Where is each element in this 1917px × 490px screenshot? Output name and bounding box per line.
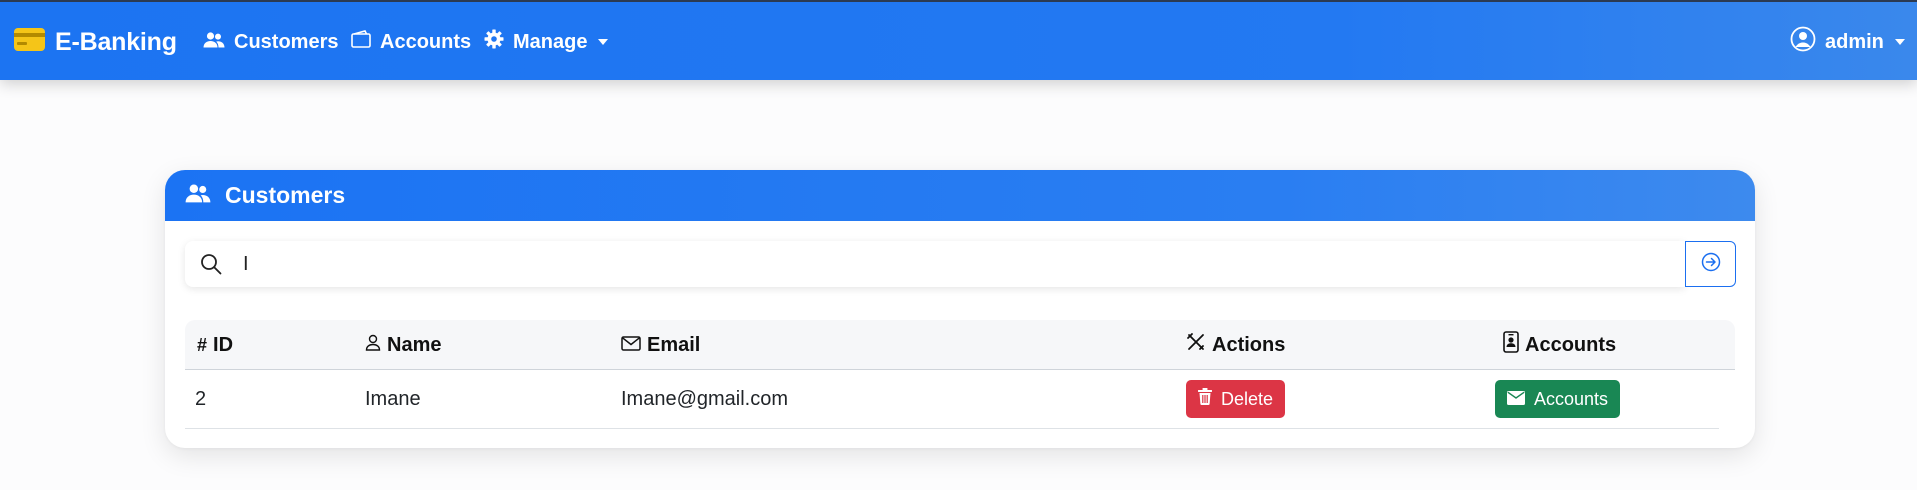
search-submit-button[interactable] bbox=[1685, 241, 1736, 287]
customers-table: # ID Name Email Actions Accounts 2 Imane… bbox=[185, 320, 1735, 429]
chevron-down-icon bbox=[598, 39, 609, 45]
chevron-down-icon bbox=[1894, 39, 1905, 45]
cell-name: Imane bbox=[365, 388, 421, 410]
customers-card: Customers # ID bbox=[165, 170, 1755, 448]
nav-customers[interactable]: Customers bbox=[203, 2, 338, 82]
users-icon bbox=[185, 184, 211, 208]
nav-manage-dropdown[interactable]: Manage bbox=[484, 2, 609, 82]
envelope-icon bbox=[621, 334, 641, 357]
nav-customers-label: Customers bbox=[234, 30, 339, 53]
trash-icon bbox=[1198, 388, 1212, 410]
top-navbar: E-Banking Customers Accounts Manage admi… bbox=[0, 0, 1917, 80]
table-header: # ID Name Email Actions Accounts bbox=[185, 320, 1735, 370]
tools-icon bbox=[1186, 332, 1206, 358]
cell-id: 2 bbox=[195, 388, 207, 410]
column-header-actions[interactable]: Actions bbox=[1186, 320, 1285, 370]
search-box bbox=[185, 241, 1685, 287]
gear-icon bbox=[484, 29, 504, 55]
user-menu-label: admin bbox=[1825, 30, 1884, 53]
search-icon bbox=[200, 253, 222, 280]
column-header-name[interactable]: Name bbox=[365, 320, 441, 370]
user-circle-icon bbox=[1790, 26, 1816, 58]
column-header-email[interactable]: Email bbox=[621, 320, 700, 370]
cell-email: Imane@gmail.com bbox=[621, 388, 789, 410]
user-menu-dropdown[interactable]: admin bbox=[1790, 2, 1905, 82]
delete-button-label: Delete bbox=[1221, 388, 1274, 409]
nav-manage-label: Manage bbox=[513, 30, 588, 53]
column-header-id[interactable]: # ID bbox=[197, 320, 233, 370]
delete-button[interactable]: Delete bbox=[1186, 380, 1286, 418]
users-icon bbox=[203, 31, 225, 54]
person-icon bbox=[365, 334, 381, 357]
search-row bbox=[185, 241, 1736, 287]
hash-icon: # bbox=[197, 334, 208, 355]
badge-icon bbox=[1503, 331, 1519, 359]
nav-accounts[interactable]: Accounts bbox=[351, 2, 471, 82]
view-accounts-button-label: Accounts bbox=[1534, 388, 1609, 409]
card-title: Customers bbox=[225, 182, 346, 208]
view-accounts-button[interactable]: Accounts bbox=[1495, 380, 1621, 418]
wallet-icon bbox=[351, 30, 371, 54]
nav-accounts-label: Accounts bbox=[380, 30, 472, 53]
column-header-accounts[interactable]: Accounts bbox=[1503, 320, 1616, 370]
brand[interactable]: E-Banking bbox=[14, 2, 177, 82]
search-input[interactable] bbox=[243, 249, 1663, 279]
envelope-icon bbox=[1507, 389, 1525, 410]
table-row: 2 Imane Imane@gmail.com Delete Accounts bbox=[185, 370, 1719, 429]
credit-card-icon bbox=[14, 28, 45, 56]
brand-name: E-Banking bbox=[55, 27, 177, 56]
card-header: Customers bbox=[165, 170, 1755, 221]
arrow-right-circle-icon bbox=[1701, 252, 1721, 277]
